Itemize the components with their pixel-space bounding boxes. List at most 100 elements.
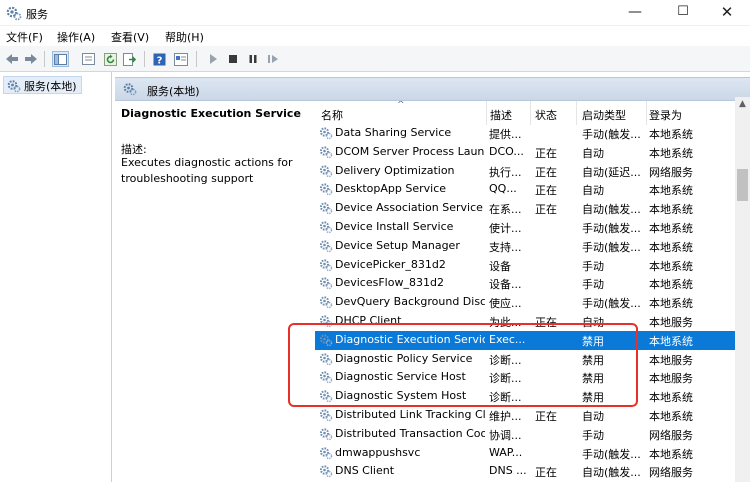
table-row[interactable]: dmwappushsvc WAP... 手动(触发... 本地系统 [315,444,735,463]
menu-file[interactable]: 文件(F) [6,29,43,45]
mmc-icon[interactable] [172,51,189,67]
table-row[interactable]: Delivery Optimization 执行... 正在 自动(延迟... 网络服务 [315,162,735,181]
service-startup-type: 手动 [582,278,604,292]
service-name: Distributed Transaction Coo... [335,426,485,440]
description-panel: Diagnostic Execution Service 描述: Execute… [115,101,314,482]
services-pane: 服务(本地) Diagnostic Execution Service 描述: … [115,72,750,482]
column-header-description-label: 描述 [490,109,512,122]
menu-view[interactable]: 查看(V) [111,29,149,45]
pane-header: 服务(本地) [115,77,750,101]
table-row[interactable]: Distributed Link Tracking Cl... 维护... 正在 自动… [315,406,735,425]
pause-icon[interactable] [244,51,261,67]
gear-icon [319,145,333,159]
services-icon [123,83,137,96]
gear-icon [319,427,333,441]
gear-icon [319,182,333,196]
resume-icon[interactable] [264,51,281,67]
scroll-up-icon[interactable]: ▲ [735,97,750,112]
table-row[interactable]: DNS Client DNS ... 正在 自动(触发... 网络服务 [315,462,735,481]
service-startup-type: 手动(触发... [582,240,641,254]
column-header-status[interactable]: 状态 [531,101,577,125]
refresh-icon[interactable] [102,51,119,67]
vertical-scrollbar[interactable]: ▲ [735,97,750,482]
title-bar: 服务 — ☐ ✕ [0,0,750,26]
column-header-logon-as[interactable]: 登录为 [647,101,709,125]
table-row[interactable]: Data Sharing Service 提供... 手动(触发... 本地系统 [315,124,735,143]
gear-icon [319,220,333,234]
column-header-startup-type[interactable]: 启动类型 [577,101,647,125]
service-name: DesktopApp Service [335,182,447,196]
service-logon-as: 本地系统 [649,221,693,235]
service-logon-as: 本地系统 [649,334,693,348]
service-description: DCO... [489,144,524,158]
service-name: DevicesFlow_831d2 [335,276,444,290]
service-logon-as: 网络服务 [649,428,693,442]
service-status: 正在 [535,184,557,198]
service-description: 在系... [489,203,522,217]
svg-text:?: ? [157,55,163,66]
toolbar-separator [144,51,145,67]
column-header-name[interactable]: ^ 名称 [315,101,487,125]
service-status: 正在 [535,466,557,480]
service-description: 执行... [489,165,522,179]
service-status: 正在 [535,146,557,160]
table-row[interactable]: DevicesFlow_831d2 设备... 手动 本地系统 [315,274,735,293]
gear-icon [319,164,333,178]
column-header-logon-as-label: 登录为 [649,109,682,122]
gear-icon [319,464,333,478]
menu-action[interactable]: 操作(A) [57,29,95,45]
service-startup-type: 手动(触发... [582,128,641,141]
properties-icon[interactable] [80,51,97,67]
maximize-button[interactable]: ☐ [660,0,706,26]
back-arrow-icon[interactable] [3,51,20,67]
forward-arrow-icon[interactable] [22,51,39,67]
service-status: 正在 [535,203,557,217]
table-row[interactable]: Device Association Service 在系... 正在 自动(触发..… [315,199,735,218]
service-startup-type: 自动 [582,409,604,423]
service-description: DNS ... [489,464,527,478]
minimize-button[interactable]: — [612,0,658,26]
service-logon-as: 本地系统 [649,447,693,461]
toolbar-separator [196,51,197,67]
column-header-description[interactable]: 描述 [487,101,531,125]
table-row[interactable]: DCOM Server Process Laun... DCO... 正在 自动 本地系… [315,143,735,162]
service-logon-as: 本地系统 [649,278,693,292]
table-row[interactable]: DevQuery Background Disc... 使应... 手动(触发...… [315,293,735,312]
service-description: 使计... [489,221,522,235]
service-description: QQ... [489,182,517,196]
service-logon-as: 网络服务 [649,466,693,480]
service-startup-type: 自动(触发... [582,466,641,480]
service-startup-type: 手动 [582,428,604,442]
stop-icon[interactable] [224,51,241,67]
table-row[interactable]: DevicePicker_831d2 设备 手动 本地系统 [315,256,735,275]
sort-ascending-icon: ^ [397,101,405,110]
console-tree-icon[interactable] [52,51,69,67]
help-icon[interactable]: ? [151,51,168,67]
tree-item-label: 服务(本地) [24,80,77,93]
gear-icon [319,201,333,215]
table-row[interactable]: Distributed Transaction Coo... 协调... 手动 网络服… [315,425,735,444]
menu-help[interactable]: 帮助(H) [165,29,204,45]
service-logon-as: 本地系统 [649,297,693,311]
service-name: Device Install Service [335,219,454,233]
service-description: 设备... [489,278,522,292]
close-button[interactable]: ✕ [704,0,750,26]
toolbar-separator [44,51,45,67]
scroll-thumb[interactable] [737,169,748,201]
tree-item-services-local[interactable]: 服务(本地) [3,76,82,94]
table-row[interactable]: Device Install Service 使计... 手动(触发... 本地系统 [315,218,735,237]
service-name: DNS Client [335,464,395,478]
service-logon-as: 本地系统 [649,259,693,273]
service-name: dmwappushsvc [335,445,421,459]
service-description: 支持... [489,240,522,254]
service-startup-type: 手动(触发... [582,297,641,311]
table-row[interactable]: DesktopApp Service QQ... 正在 自动 本地系统 [315,180,735,199]
service-logon-as: 本地服务 [649,315,693,329]
export-icon[interactable] [121,51,138,67]
play-icon[interactable] [204,51,221,67]
gear-icon [319,276,333,290]
gear-icon [319,258,333,272]
gear-icon [319,446,333,460]
table-row[interactable]: Device Setup Manager 支持... 手动(触发... 本地系统 [315,237,735,256]
column-header-startup-type-label: 启动类型 [582,109,626,122]
